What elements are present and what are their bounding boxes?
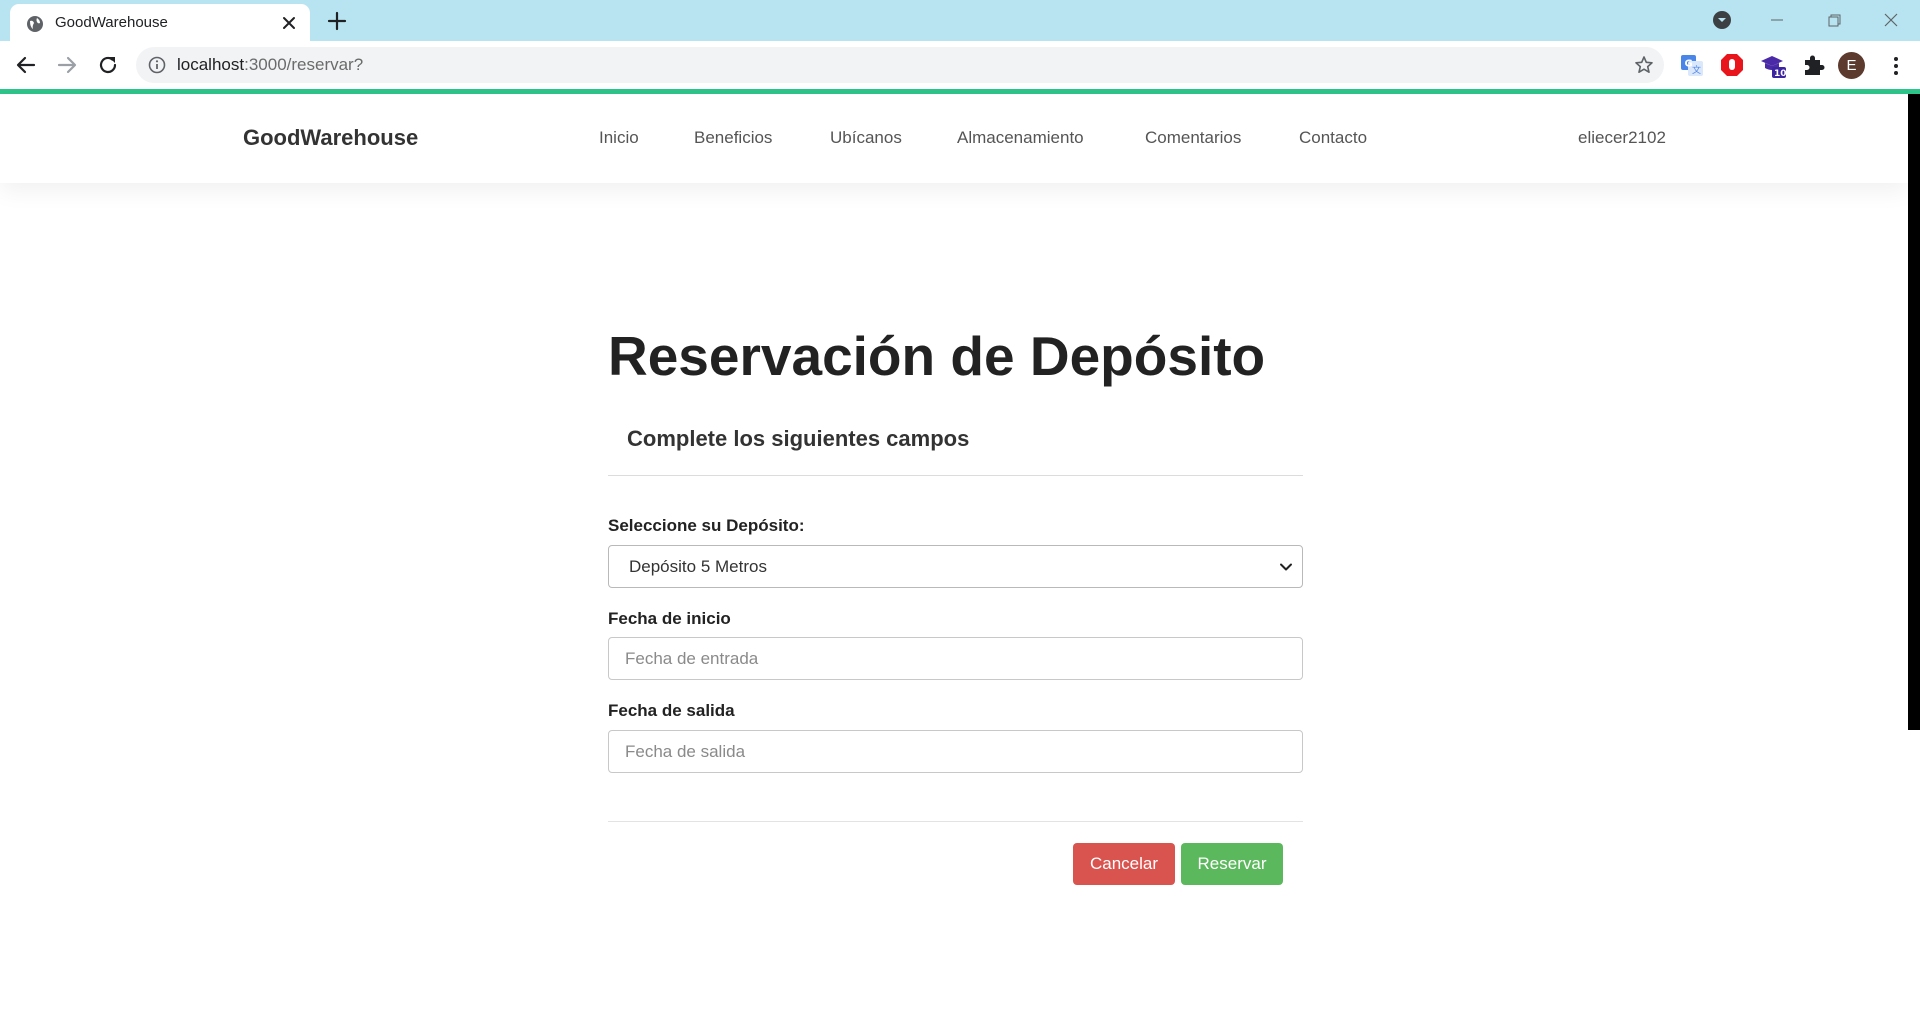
tab-search-icon[interactable]	[1710, 8, 1734, 32]
minimize-icon[interactable]	[1765, 8, 1789, 32]
reservation-form: Reservación de Depósito Complete los sig…	[608, 94, 1303, 1026]
url-path: :3000/reservar?	[244, 55, 364, 74]
restore-icon[interactable]	[1822, 8, 1846, 32]
cancel-button[interactable]: Cancelar	[1073, 843, 1175, 885]
end-date-input[interactable]	[608, 730, 1303, 773]
url-host: localhost	[177, 55, 245, 74]
adblock-extension-icon[interactable]	[1719, 52, 1745, 78]
start-date-label: Fecha de inicio	[608, 609, 731, 628]
url-text[interactable]: localhost:3000/reservar?	[177, 55, 363, 75]
divider	[608, 475, 1303, 476]
reload-icon[interactable]	[96, 53, 120, 77]
browser-toolbar: localhost:3000/reservar? G 文 10 E	[0, 41, 1920, 89]
nav-link-contacto[interactable]: Contacto	[1299, 127, 1367, 149]
deposit-label: Seleccione su Depósito:	[608, 516, 805, 535]
more-menu-icon[interactable]	[1884, 54, 1908, 78]
reserve-button[interactable]: Reservar	[1181, 843, 1283, 885]
puzzle-extensions-icon[interactable]	[1800, 52, 1826, 78]
tab-title: GoodWarehouse	[55, 14, 168, 31]
end-date-label: Fecha de salida	[608, 701, 735, 720]
page-title: Reservación de Depósito	[608, 325, 1266, 387]
address-bar[interactable]: localhost:3000/reservar?	[136, 47, 1664, 83]
deposit-select[interactable]: Depósito 5 Metros	[608, 545, 1303, 588]
deposit-selected-value: Depósito 5 Metros	[629, 557, 767, 576]
close-window-icon[interactable]	[1879, 8, 1903, 32]
browser-tab[interactable]: GoodWarehouse	[10, 4, 310, 41]
graduation-cap-extension-icon[interactable]: 10	[1760, 52, 1786, 78]
profile-avatar[interactable]: E	[1838, 52, 1865, 79]
divider	[608, 821, 1303, 822]
start-date-input[interactable]	[608, 637, 1303, 680]
forward-arrow-icon[interactable]	[55, 53, 79, 77]
user-menu[interactable]: eliecer2102	[1578, 127, 1666, 149]
extension-badge: 10	[1774, 69, 1786, 78]
close-tab-icon[interactable]	[280, 14, 298, 32]
back-arrow-icon[interactable]	[14, 53, 38, 77]
browser-window: GoodWarehouse localhost:3000/reservar? G…	[0, 0, 1920, 1026]
translate-extension-icon[interactable]: G 文	[1679, 52, 1705, 78]
new-tab-icon[interactable]	[326, 10, 348, 32]
info-icon[interactable]	[148, 56, 166, 74]
bookmark-star-icon[interactable]	[1634, 55, 1654, 75]
tab-strip: GoodWarehouse	[0, 0, 1920, 41]
form-subtitle: Complete los siguientes campos	[627, 426, 970, 451]
site-brand[interactable]: GoodWarehouse	[243, 125, 418, 151]
globe-icon	[27, 16, 43, 32]
svg-text:文: 文	[1692, 64, 1701, 76]
chevron-down-icon	[1280, 563, 1292, 571]
window-edge	[1908, 94, 1920, 730]
page-viewport: GoodWarehouse Inicio Beneficios Ubícanos…	[0, 94, 1920, 1026]
